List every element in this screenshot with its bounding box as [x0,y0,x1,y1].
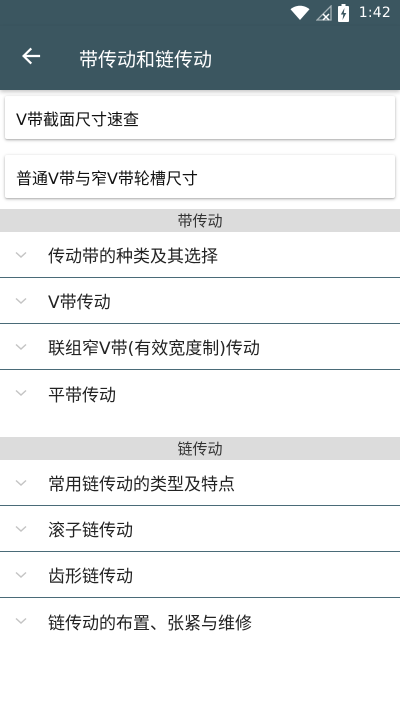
list-item-label: V带传动 [48,293,111,313]
list-item-label: 滚子链传动 [48,521,133,541]
list-item[interactable]: V带传动 [0,278,400,324]
chevron-down-icon [0,571,41,579]
app-title: 带传动和链传动 [79,48,213,71]
chevron-down-icon [0,479,41,487]
quick-link-label: V带截面尺寸速查 [16,109,139,129]
status-icons: 1:42 [290,4,391,22]
battery-charging-icon [337,4,349,22]
section-header: 带传动 [0,209,400,232]
chevron-down-icon [0,525,41,533]
wifi-icon [290,5,310,21]
back-button[interactable] [0,26,62,90]
list-item-label: 齿形链传动 [48,567,133,587]
list-item[interactable]: 常用链传动的类型及特点 [0,460,400,506]
list-item-label: 传动带的种类及其选择 [48,247,218,267]
list-item[interactable]: 平带传动 [0,370,400,416]
list-item[interactable]: 齿形链传动 [0,552,400,598]
list-item-label: 联组窄V带(有效宽度制)传动 [48,339,260,359]
list-item[interactable]: 联组窄V带(有效宽度制)传动 [0,324,400,370]
list-item[interactable]: 传动带的种类及其选择 [0,232,400,278]
quick-link-pulley-groove-size[interactable]: 普通V带与窄V带轮槽尺寸 [5,155,395,198]
section-chain-drive: 链传动 常用链传动的类型及特点 滚子链传动 齿形链传动 链传动的布置、张紧与维修 [0,437,400,644]
app-bar: 带传动和链传动 [0,26,400,90]
status-time: 1:42 [358,5,391,21]
screen: 1:42 带传动和链传动 V带截面尺寸速查 普通V带与窄V带轮槽尺寸 带传动 传… [0,0,400,711]
list-item[interactable]: 滚子链传动 [0,506,400,552]
quick-link-v-belt-section-size[interactable]: V带截面尺寸速查 [5,96,395,139]
arrow-back-icon [21,46,41,70]
chevron-down-icon [0,617,41,625]
chevron-down-icon [0,343,41,351]
section-header: 链传动 [0,437,400,460]
section-belt-drive: 带传动 传动带的种类及其选择 V带传动 联组窄V带(有效宽度制)传动 平带传动 [0,209,400,416]
list-item-label: 平带传动 [48,385,116,406]
status-bar: 1:42 [0,0,400,26]
chevron-down-icon [0,297,41,305]
quick-links: V带截面尺寸速查 普通V带与窄V带轮槽尺寸 [0,90,400,198]
chevron-down-icon [0,389,41,397]
chevron-down-icon [0,251,41,259]
list-item[interactable]: 链传动的布置、张紧与维修 [0,598,400,644]
quick-link-label: 普通V带与窄V带轮槽尺寸 [16,168,198,188]
signal-icon [315,5,332,21]
list-item-label: 链传动的布置、张紧与维修 [48,613,252,634]
list-item-label: 常用链传动的类型及特点 [48,475,235,495]
